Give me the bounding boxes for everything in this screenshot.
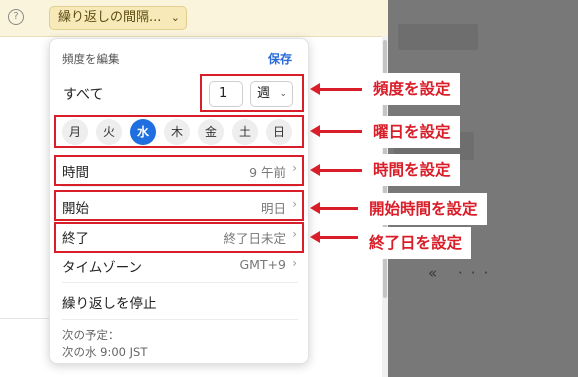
arrow-left-icon: [310, 202, 358, 213]
arrow-left-icon: [310, 125, 362, 136]
timezone-label: タイムゾーン: [62, 260, 143, 276]
every-label: すべて: [63, 87, 104, 103]
help-icon[interactable]: ?: [8, 9, 24, 25]
frequency-highlight: [200, 74, 304, 112]
arrow-left-icon: [310, 83, 362, 94]
timezone-row[interactable]: タイムゾーン GMT+9 ›: [50, 250, 308, 280]
dimmed-field: [398, 24, 478, 50]
next-occurrence-value: 次の水 9:00 JST: [62, 345, 148, 359]
chevron-right-icon: ›: [292, 256, 297, 270]
callout-start: 開始時間を設定: [360, 193, 487, 225]
popover-title: 頻度を編集: [62, 52, 120, 66]
collapse-more-icons[interactable]: « ···: [428, 264, 496, 282]
weekday-highlight: [54, 115, 304, 148]
time-highlight: [54, 155, 304, 186]
stop-repeat-button[interactable]: 繰り返しを停止: [62, 292, 157, 312]
start-highlight: [54, 190, 304, 221]
divider: [0, 318, 50, 319]
chevron-down-icon: ⌄: [170, 11, 180, 24]
save-button[interactable]: 保存: [268, 50, 292, 67]
next-occurrence-label: 次の予定：: [62, 328, 120, 342]
callout-time: 時間を設定: [364, 154, 460, 186]
divider: [62, 319, 298, 320]
arrow-left-icon: [310, 164, 362, 175]
callout-weekday: 曜日を設定: [364, 116, 460, 148]
dimmed-background-panel: [388, 0, 578, 377]
end-highlight: [54, 222, 304, 253]
repeat-interval-button[interactable]: 繰り返しの間隔... ⌄: [49, 6, 187, 30]
callout-end: 終了日を設定: [360, 227, 472, 259]
callout-frequency: 頻度を設定: [364, 73, 460, 105]
divider: [62, 186, 298, 187]
divider: [62, 282, 298, 283]
arrow-left-icon: [310, 231, 358, 242]
timezone-value: GMT+9: [239, 257, 286, 272]
repeat-interval-label: 繰り返しの間隔...: [58, 10, 162, 25]
